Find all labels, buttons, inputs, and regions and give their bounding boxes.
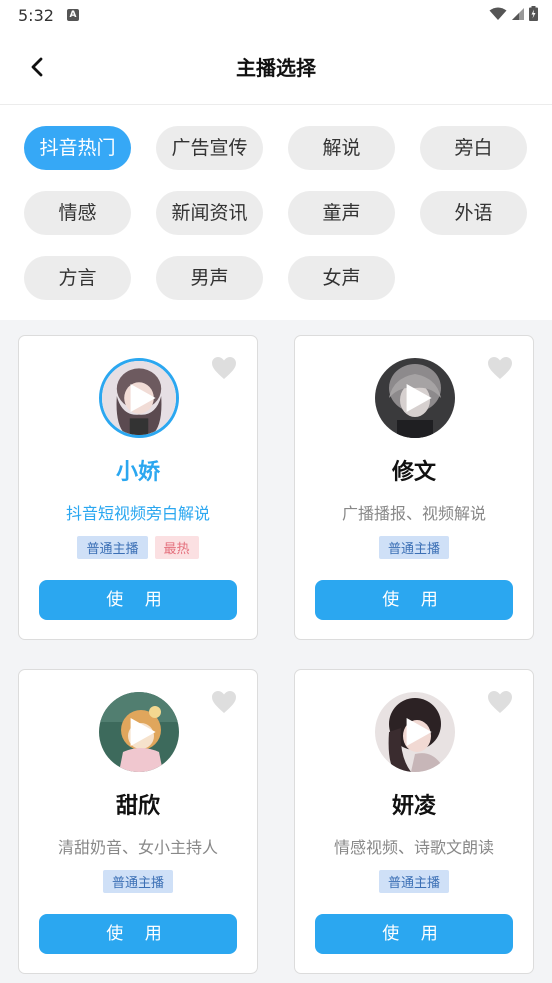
anchor-avatar[interactable] — [375, 692, 455, 772]
tag-badge: 普通主播 — [378, 536, 449, 559]
signal-icon — [512, 7, 524, 20]
category-chip[interactable]: 方言 — [24, 256, 131, 300]
heart-icon[interactable] — [211, 356, 237, 380]
anchor-description: 广播播报、视频解说 — [341, 504, 486, 523]
battery-icon — [529, 6, 538, 21]
use-button[interactable]: 使 用 — [39, 914, 237, 954]
play-icon — [130, 718, 156, 746]
hot-badge: 最热 — [154, 536, 199, 559]
anchor-tags: 普通主播 最热 — [19, 536, 257, 559]
category-chip[interactable]: 抖音热门 — [24, 126, 131, 170]
anchor-card[interactable]: 小娇 抖音短视频旁白解说 普通主播 最热 使 用 — [18, 335, 258, 640]
status-bar: 5:32 A — [0, 0, 552, 30]
anchor-card[interactable]: 甜欣 清甜奶音、女小主持人 普通主播 使 用 — [18, 669, 258, 974]
wifi-icon — [489, 7, 507, 20]
accessibility-a-icon: A — [67, 9, 79, 21]
category-chip[interactable]: 解说 — [288, 126, 395, 170]
app-header: 主播选择 — [0, 30, 552, 105]
anchor-card[interactable]: 妍凌 情感视频、诗歌文朗读 普通主播 使 用 — [294, 669, 534, 974]
anchor-name: 小娇 — [115, 460, 160, 485]
category-chip[interactable]: 外语 — [420, 191, 527, 235]
use-button[interactable]: 使 用 — [315, 914, 513, 954]
heart-icon[interactable] — [211, 690, 237, 714]
category-chip[interactable]: 新闻资讯 — [156, 191, 263, 235]
anchor-name: 甜欣 — [115, 794, 160, 819]
anchor-description: 抖音短视频旁白解说 — [65, 504, 210, 523]
heart-icon[interactable] — [487, 690, 513, 714]
category-chip[interactable]: 男声 — [156, 256, 263, 300]
category-filter: 抖音热门 广告宣传 解说 旁白 情感 新闻资讯 童声 外语 方言 男声 女声 — [0, 105, 552, 320]
anchor-name: 妍凌 — [391, 794, 436, 819]
anchor-name: 修文 — [391, 460, 436, 485]
anchor-grid: 小娇 抖音短视频旁白解说 普通主播 最热 使 用 修文 广播播报、视频解说 普通… — [0, 320, 552, 983]
category-chip[interactable]: 情感 — [24, 191, 131, 235]
tag-badge: 普通主播 — [102, 870, 173, 893]
play-icon — [406, 718, 432, 746]
page-title: 主播选择 — [236, 56, 316, 80]
use-button[interactable]: 使 用 — [39, 580, 237, 620]
anchor-card[interactable]: 修文 广播播报、视频解说 普通主播 使 用 — [294, 335, 534, 640]
category-chip[interactable]: 童声 — [288, 191, 395, 235]
system-icons — [489, 6, 538, 21]
play-icon — [130, 384, 156, 412]
anchor-description: 清甜奶音、女小主持人 — [57, 838, 218, 857]
anchor-tags: 普通主播 — [19, 870, 257, 893]
anchor-avatar[interactable] — [99, 358, 179, 438]
use-button[interactable]: 使 用 — [315, 580, 513, 620]
play-icon — [406, 384, 432, 412]
category-chip[interactable]: 女声 — [288, 256, 395, 300]
anchor-description: 情感视频、诗歌文朗读 — [333, 838, 494, 857]
category-chip[interactable]: 广告宣传 — [156, 126, 263, 170]
anchor-tags: 普通主播 — [295, 870, 533, 893]
category-chip[interactable]: 旁白 — [420, 126, 527, 170]
anchor-avatar[interactable] — [99, 692, 179, 772]
heart-icon[interactable] — [487, 356, 513, 380]
tag-badge: 普通主播 — [378, 870, 449, 893]
status-time: 5:32 — [18, 6, 54, 25]
anchor-avatar[interactable] — [375, 358, 455, 438]
anchor-tags: 普通主播 — [295, 536, 533, 559]
tag-badge: 普通主播 — [77, 536, 148, 559]
